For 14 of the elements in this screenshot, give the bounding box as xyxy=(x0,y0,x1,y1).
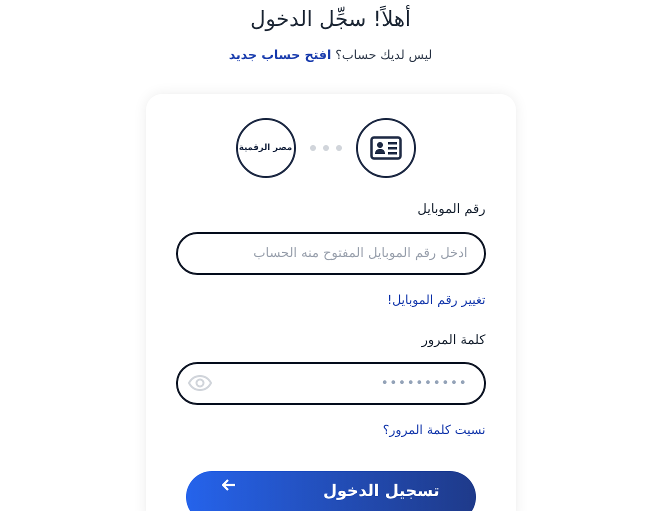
digital-egypt-logo: مصر الرقمية xyxy=(236,118,296,178)
page-heading: أهلاً! سجِّل الدخول xyxy=(250,4,411,34)
signup-prompt: ليس لديك حساب؟ xyxy=(335,46,432,62)
eye-icon[interactable] xyxy=(188,375,212,392)
forgot-password-link[interactable]: نسيت كلمة المرور؟ xyxy=(382,422,486,438)
progress-dots-icon xyxy=(310,145,342,152)
id-card-icon xyxy=(370,136,402,160)
field-label: كلمة المرور xyxy=(420,332,486,350)
mobile-field[interactable]: ادخل رقم الموبايل المفتوح منه الحساب xyxy=(176,232,486,275)
field-label: رقم الموبايل xyxy=(416,201,486,220)
login-button[interactable]: تسجيل الدخول xyxy=(186,471,476,511)
signup-link[interactable]: افتح حساب جديد xyxy=(228,46,332,62)
change-mobile-link[interactable]: تغيير رقم الموبايل! xyxy=(387,292,486,307)
arrow-icon xyxy=(222,479,236,492)
